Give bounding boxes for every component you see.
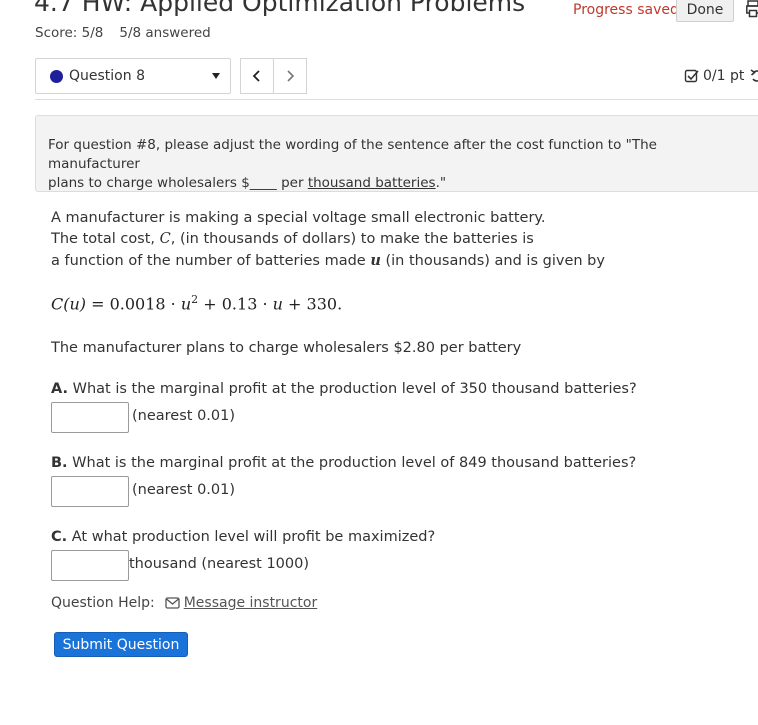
message-instructor-link[interactable]: Message instructor xyxy=(184,595,318,611)
chevron-left-icon xyxy=(252,70,260,82)
question-help: Question Help: Message instructor xyxy=(51,595,317,611)
checkbox-icon xyxy=(684,69,699,83)
problem-line-2: The total cost, C, (in thousands of doll… xyxy=(51,231,534,247)
question-select-label: Question 8 xyxy=(69,68,145,84)
answered-count: 5/8 answered xyxy=(119,25,211,41)
problem-line-1: A manufacturer is making a special volta… xyxy=(51,210,546,226)
question-points: 0/1 pt xyxy=(684,68,758,84)
price-statement: The manufacturer plans to charge wholesa… xyxy=(51,340,522,356)
print-icon[interactable] xyxy=(746,0,758,18)
notice-line-2: plans to charge wholesalers $____ per th… xyxy=(48,175,447,191)
part-a-question: A. What is the marginal profit at the pr… xyxy=(51,381,637,397)
done-button[interactable]: Done xyxy=(676,0,734,22)
chevron-down-icon xyxy=(212,73,220,79)
part-c-answer-input[interactable] xyxy=(51,550,129,581)
divider xyxy=(35,99,758,100)
envelope-icon xyxy=(165,597,180,609)
submit-question-button[interactable]: Submit Question xyxy=(54,632,188,657)
retry-icon[interactable] xyxy=(750,69,758,83)
problem-line-3: a function of the number of batteries ma… xyxy=(51,252,605,269)
part-b-question: B. What is the marginal profit at the pr… xyxy=(51,455,637,471)
part-c-hint: thousand (nearest 1000) xyxy=(129,556,310,572)
cost-formula: C(u) = 0.0018 · u2 + 0.13 · u + 330. xyxy=(51,293,343,314)
notice-line-1: For question #8, please adjust the wordi… xyxy=(48,137,657,172)
page-title: 4.7 HW: Applied Optimization Problems xyxy=(34,0,526,17)
next-question-button[interactable] xyxy=(273,58,307,94)
part-a-answer-input[interactable] xyxy=(51,402,129,433)
points-value: 0/1 pt xyxy=(703,68,745,84)
progress-status: Progress saved xyxy=(573,2,679,18)
question-status-dot xyxy=(50,69,63,83)
part-b-answer-input[interactable] xyxy=(51,476,129,507)
instructor-notice: For question #8, please adjust the wordi… xyxy=(35,115,758,192)
previous-question-button[interactable] xyxy=(240,58,274,94)
part-b-hint: (nearest 0.01) xyxy=(132,482,236,498)
question-help-label: Question Help: xyxy=(51,595,155,611)
question-select[interactable]: Question 8 xyxy=(35,58,231,94)
score-summary: Score: 5/8 5/8 answered xyxy=(35,25,227,41)
score-value: Score: 5/8 xyxy=(35,25,104,41)
notice-emphasis: thousand batteries xyxy=(307,175,436,191)
part-c-question: C. At what production level will profit … xyxy=(51,529,436,545)
part-a-hint: (nearest 0.01) xyxy=(132,408,236,424)
chevron-right-icon xyxy=(287,70,295,82)
